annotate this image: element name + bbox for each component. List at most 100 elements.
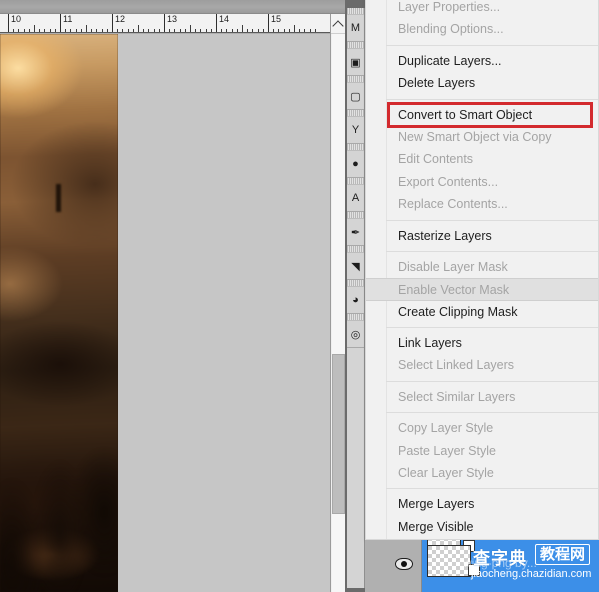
layer-mask-thumbnail[interactable] — [468, 564, 480, 576]
chevron-up-icon[interactable] — [331, 14, 345, 34]
panel-grip[interactable] — [347, 314, 364, 321]
panel-grip[interactable] — [347, 8, 364, 15]
menu-separator — [386, 220, 598, 221]
ruler-minor-tick — [148, 29, 149, 33]
panel-grip[interactable] — [347, 110, 364, 117]
ruler-minor-tick — [247, 29, 248, 33]
zoom-tool-icon[interactable]: ◎ — [347, 321, 364, 347]
ruler-minor-tick — [237, 29, 238, 33]
ruler-minor-tick — [299, 29, 300, 33]
menu-item-export-contents: Export Contents... — [366, 171, 598, 193]
ruler-label: 14 — [219, 14, 229, 24]
tool-group: A — [347, 178, 364, 212]
type-tool-icon[interactable]: A — [347, 185, 364, 211]
tool-group: ✒ — [347, 212, 364, 246]
ruler-label: 13 — [167, 14, 177, 24]
ruler-minor-tick — [128, 29, 129, 33]
ruler-minor-tick — [154, 29, 155, 33]
ruler-minor-tick — [315, 29, 316, 33]
menu-item-create-clipping-mask[interactable]: Create Clipping Mask — [366, 301, 598, 323]
healing-brush-icon[interactable]: Y — [347, 117, 364, 143]
layers-panel-left-column — [365, 540, 422, 592]
ruler-minor-tick — [55, 29, 56, 33]
panel-grip[interactable] — [347, 212, 364, 219]
ruler-minor-tick — [117, 29, 118, 33]
menu-item-blending-options: Blending Options... — [366, 18, 598, 40]
context-menu-item-list: Layer Properties...Blending Options...Du… — [366, 0, 598, 540]
ruler-minor-tick — [180, 29, 181, 33]
menu-separator — [386, 327, 598, 328]
ruler-minor-tick — [284, 29, 285, 33]
horizontal-ruler[interactable]: 101112131415 — [0, 14, 330, 33]
panel-grip[interactable] — [347, 144, 364, 151]
ruler-minor-tick — [211, 29, 212, 33]
layers-panel[interactable]: wing-png by... 查字典 教程网 jiaocheng.chazidi… — [365, 540, 599, 592]
ruler-minor-tick — [34, 25, 35, 33]
menu-item-link-layers[interactable]: Link Layers — [366, 332, 598, 354]
ruler-minor-tick — [232, 29, 233, 33]
tool-group: ◎ — [347, 314, 364, 348]
ruler-minor-tick — [169, 29, 170, 33]
ruler-major-tick — [8, 14, 9, 33]
panel-grip[interactable] — [347, 42, 364, 49]
tool-group: ▣ — [347, 42, 364, 76]
ruler-unit: 15 — [268, 14, 320, 33]
tool-group: Y — [347, 110, 364, 144]
brush-tool-icon[interactable]: ● — [347, 151, 364, 177]
canvas-area[interactable] — [0, 34, 330, 592]
scrollbar-track-lower[interactable] — [332, 514, 345, 592]
menu-item-enable-vector-mask: Enable Vector Mask — [366, 278, 598, 300]
ruler-minor-tick — [122, 29, 123, 33]
layer-context-menu[interactable]: Layer Properties...Blending Options...Du… — [365, 0, 599, 540]
ruler-major-tick — [268, 14, 269, 33]
ruler-unit: 10 — [8, 14, 60, 33]
menu-item-merge-layers[interactable]: Merge Layers — [366, 493, 598, 515]
pen-tool-icon[interactable]: ✒ — [347, 219, 364, 245]
panel-grip[interactable] — [347, 178, 364, 185]
ruler-minor-tick — [18, 29, 19, 33]
tool-group: ◕ — [347, 280, 364, 314]
scrollbar-track-upper[interactable] — [332, 34, 345, 354]
ruler-major-tick — [216, 14, 217, 33]
menu-item-merge-visible[interactable]: Merge Visible — [366, 516, 598, 538]
photoshop-window: 101112131415 M▣▢Y●A✒◥◕◎ Layer Properties… — [0, 0, 599, 592]
marquee-tool-icon[interactable]: ▣ — [347, 49, 364, 75]
menu-item-select-linked-layers: Select Linked Layers — [366, 354, 598, 376]
ruler-minor-tick — [50, 29, 51, 33]
spire-detail — [56, 184, 61, 212]
tool-group: ▢ — [347, 76, 364, 110]
ruler-major-tick — [60, 14, 61, 33]
tool-group: M — [347, 8, 364, 42]
scrollbar-thumb[interactable] — [332, 354, 345, 514]
ruler-minor-tick — [273, 29, 274, 33]
ruler-minor-tick — [289, 29, 290, 33]
panel-grip[interactable] — [347, 280, 364, 287]
layer-thumbnail[interactable] — [427, 545, 471, 577]
gradient-tool-icon[interactable]: ◥ — [347, 253, 364, 279]
ruler-minor-tick — [200, 29, 201, 33]
menu-separator — [386, 45, 598, 46]
tool-group: ◥ — [347, 246, 364, 280]
menu-item-duplicate-layers[interactable]: Duplicate Layers... — [366, 50, 598, 72]
crop-tool-icon[interactable]: ▢ — [347, 83, 364, 109]
menu-separator — [386, 381, 598, 382]
ruler-minor-tick — [278, 29, 279, 33]
menu-item-clear-layer-style: Clear Layer Style — [366, 462, 598, 484]
panel-grip[interactable] — [347, 76, 364, 83]
menu-separator — [386, 251, 598, 252]
menu-item-delete-layers[interactable]: Delete Layers — [366, 72, 598, 94]
ruler-minor-tick — [304, 29, 305, 33]
dodge-tool-icon[interactable]: ◕ — [347, 287, 364, 313]
vertical-scrollbar[interactable] — [330, 14, 345, 592]
ruler-major-tick — [112, 14, 113, 33]
ruler-minor-tick — [76, 29, 77, 33]
menu-item-rasterize-layers[interactable]: Rasterize Layers — [366, 225, 598, 247]
ruler-minor-tick — [252, 29, 253, 33]
menu-item-convert-to-smart-object[interactable]: Convert to Smart Object — [366, 104, 598, 126]
menu-item-new-smart-object-via-copy: New Smart Object via Copy — [366, 126, 598, 148]
eye-icon[interactable] — [395, 558, 413, 570]
panel-grip[interactable] — [347, 246, 364, 253]
move-tool-icon[interactable]: M — [347, 15, 364, 41]
ruler-minor-tick — [44, 29, 45, 33]
ruler-minor-tick — [258, 29, 259, 33]
